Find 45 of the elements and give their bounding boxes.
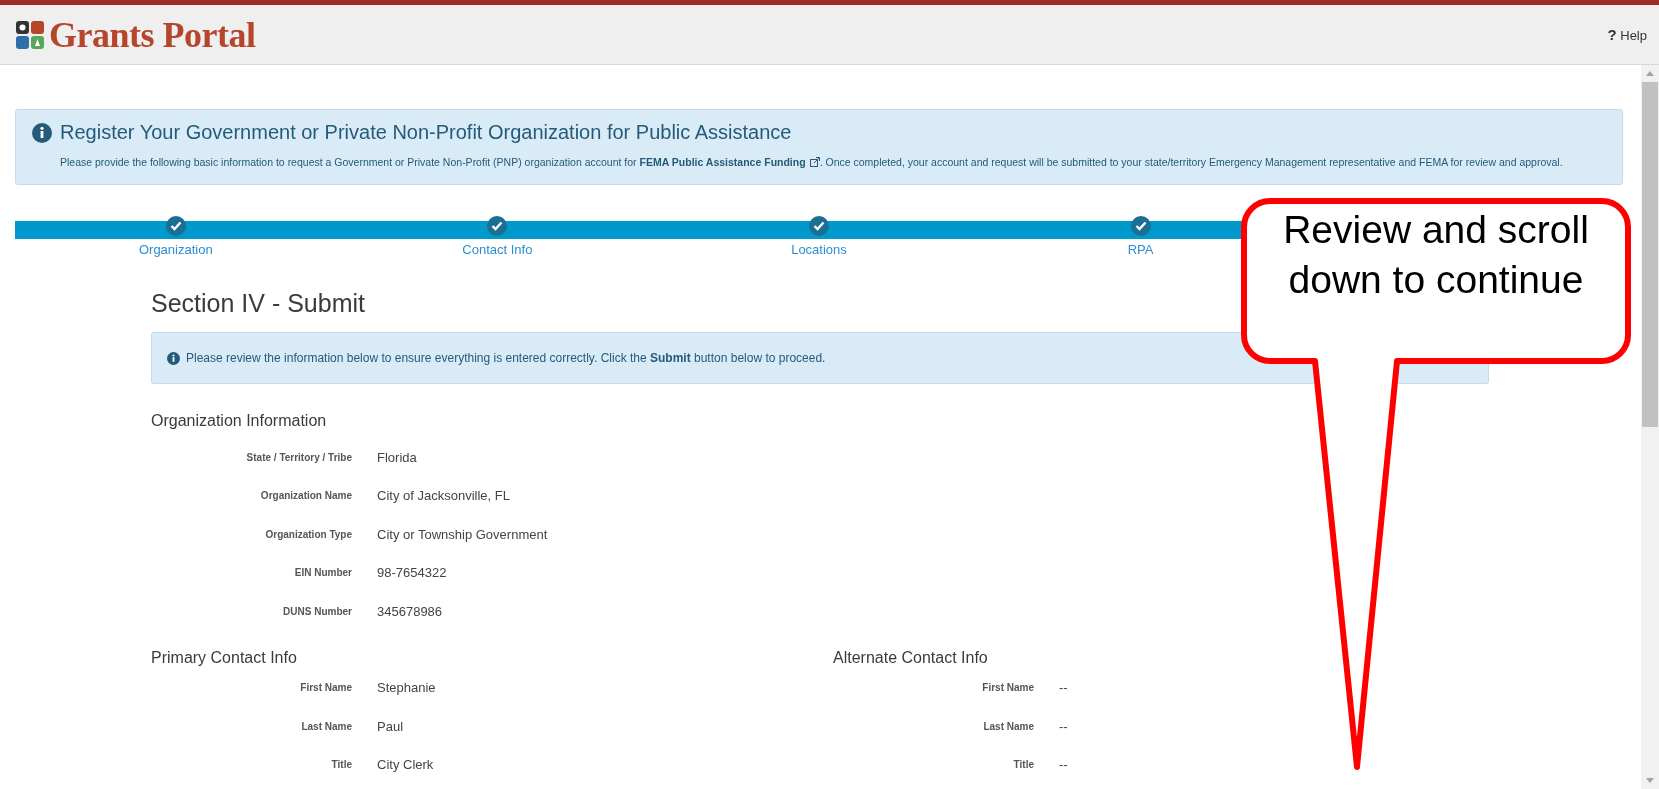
scroll-down-icon[interactable] xyxy=(1646,778,1654,783)
field-value: City Clerk xyxy=(377,757,434,773)
field-value: Florida xyxy=(377,449,417,465)
field-value: Stephanie xyxy=(377,680,436,696)
field-value: City or Township Government xyxy=(377,526,548,542)
field-label: Organization Type xyxy=(264,528,352,540)
field-value: Paul xyxy=(377,718,404,734)
notice-text: Please review the information below to ensure everything is entered correctly. Click the Submit button below to proceed. xyxy=(186,351,826,365)
field-value: City of Jacksonville, FL xyxy=(377,488,510,504)
group-heading: Alternate Contact Info xyxy=(833,648,989,667)
field-label: Title xyxy=(1012,759,1034,771)
field-label: EIN Number xyxy=(293,567,352,579)
scrollbar-thumb[interactable] xyxy=(1642,82,1658,427)
fema-funding-link[interactable]: FEMA Public Assistance Funding xyxy=(639,156,820,168)
external-link-icon xyxy=(809,157,820,167)
field-value: -- xyxy=(1059,757,1068,773)
field-label: First Name xyxy=(299,682,352,694)
field-value: 345678986 xyxy=(377,603,443,619)
field-label: Title xyxy=(330,759,352,771)
section-title: Section IV - Submit xyxy=(151,289,366,318)
scrollbar[interactable] xyxy=(1641,65,1659,789)
field-label: Last Name xyxy=(982,720,1034,732)
intro-title: Register Your Government or Private Non-Profit Organization for Public Assistance xyxy=(60,121,792,144)
scroll-up-icon[interactable] xyxy=(1646,71,1654,76)
info-icon xyxy=(167,351,180,365)
step-link[interactable]: Organization xyxy=(138,242,213,257)
step-link[interactable]: RPA xyxy=(1127,242,1154,257)
help-link[interactable]: ? Help xyxy=(1607,26,1647,43)
field-label: DUNS Number xyxy=(282,605,352,617)
field-value: -- xyxy=(1059,718,1068,734)
group-heading: Organization Information xyxy=(151,412,328,430)
logo-text[interactable]: Grants Portal xyxy=(49,13,256,56)
field-value: -- xyxy=(1059,680,1068,696)
field-label: Last Name xyxy=(300,720,352,732)
step-link[interactable]: Locations xyxy=(791,242,847,257)
info-icon xyxy=(32,122,52,143)
field-value: 98-7654322 xyxy=(377,565,447,581)
logo-icon xyxy=(15,19,45,50)
field-label: First Name xyxy=(981,682,1034,694)
callout-text: Review and scroll down to continue xyxy=(1282,207,1590,303)
field-label: Organization Name xyxy=(259,490,352,502)
group-heading: Primary Contact Info xyxy=(151,648,298,667)
intro-text: Please provide the following basic information to request a Government or Private Non-Profit (PNP) organization account for FEMA Public Assistance Funding . Once completed, your account and request will be submitted to your state/territory Emergency Management representative and FEMA for review and approval. xyxy=(60,155,1564,170)
field-label: State / Territory / Tribe xyxy=(245,451,352,463)
step-link[interactable]: Contact Info xyxy=(462,242,533,257)
